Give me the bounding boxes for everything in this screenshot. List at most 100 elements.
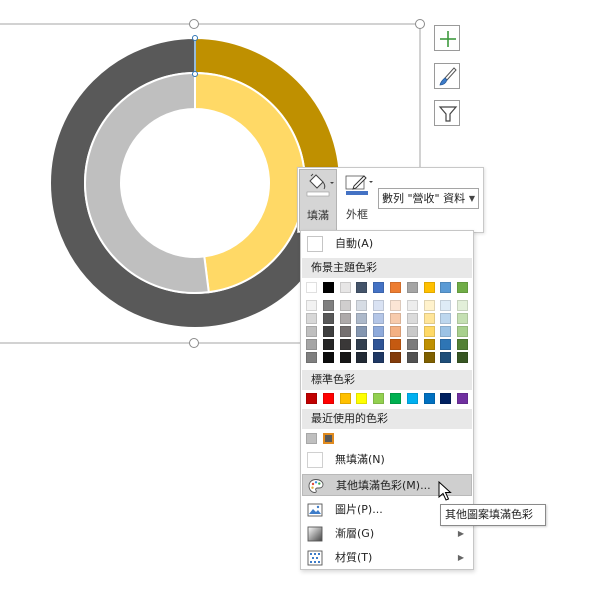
shape-fill-button[interactable]: 填滿 [299, 169, 337, 231]
recent-color-swatch[interactable] [306, 433, 317, 444]
menu-item-texture[interactable]: 材質(T) ▶ [302, 547, 472, 569]
theme-color-swatch[interactable] [373, 339, 384, 350]
theme-color-swatch[interactable] [457, 282, 468, 293]
theme-color-swatch[interactable] [390, 352, 401, 363]
theme-color-swatch[interactable] [306, 300, 317, 311]
point-handle[interactable] [192, 71, 198, 77]
resize-handle-top[interactable] [189, 19, 199, 29]
resize-handle-top-right[interactable] [415, 19, 425, 29]
theme-color-swatch[interactable] [323, 282, 334, 293]
theme-color-swatch[interactable] [424, 326, 435, 337]
theme-color-swatch[interactable] [356, 300, 367, 311]
theme-colors-header: 佈景主題色彩 [302, 258, 472, 278]
theme-color-swatch[interactable] [457, 326, 468, 337]
theme-color-swatch[interactable] [424, 313, 435, 324]
fill-label: 填滿 [307, 209, 329, 222]
theme-color-swatch[interactable] [440, 282, 451, 293]
theme-color-swatch[interactable] [407, 326, 418, 337]
theme-color-swatch[interactable] [457, 339, 468, 350]
theme-color-swatch[interactable] [356, 282, 367, 293]
format-mini-toolbar: 填滿 外框 數列 "營收" 資料 ▼ [297, 167, 484, 233]
theme-color-swatch[interactable] [323, 326, 334, 337]
theme-color-swatch[interactable] [424, 339, 435, 350]
theme-color-swatch[interactable] [340, 300, 351, 311]
theme-color-swatch[interactable] [440, 313, 451, 324]
recent-colors-header: 最近使用的色彩 [302, 409, 472, 429]
mouse-cursor-icon [438, 481, 452, 501]
standard-color-swatch[interactable] [323, 393, 334, 404]
theme-color-swatch[interactable] [340, 282, 351, 293]
theme-color-swatch[interactable] [373, 282, 384, 293]
standard-color-swatch[interactable] [407, 393, 418, 404]
add-chart-element-button[interactable] [434, 25, 460, 51]
chevron-down-icon: ▼ [468, 194, 475, 203]
theme-color-swatch[interactable] [306, 339, 317, 350]
tooltip: 其他圖案填滿色彩 [440, 504, 546, 526]
theme-color-swatch[interactable] [390, 313, 401, 324]
gradient-icon [307, 526, 323, 542]
menu-item-automatic[interactable]: 自動(A) [302, 233, 472, 255]
automatic-label: 自動(A) [335, 237, 374, 250]
theme-color-swatch[interactable] [373, 313, 384, 324]
shape-outline-button[interactable]: 外框 [340, 169, 374, 231]
theme-color-swatch[interactable] [440, 300, 451, 311]
menu-item-gradient[interactable]: 漸層(G) ▶ [302, 523, 472, 545]
theme-color-swatch[interactable] [440, 326, 451, 337]
theme-color-swatch[interactable] [457, 313, 468, 324]
outline-label: 外框 [346, 208, 368, 221]
theme-color-swatch[interactable] [407, 300, 418, 311]
theme-color-swatch[interactable] [390, 326, 401, 337]
recent-color-swatch[interactable] [323, 433, 334, 444]
standard-color-swatch[interactable] [440, 393, 451, 404]
theme-color-swatch[interactable] [323, 313, 334, 324]
chart-styles-button[interactable] [434, 63, 460, 89]
standard-color-swatch[interactable] [457, 393, 468, 404]
point-handle[interactable] [192, 35, 198, 41]
standard-color-swatch[interactable] [356, 393, 367, 404]
brush-icon [439, 67, 457, 86]
theme-color-swatch[interactable] [424, 352, 435, 363]
menu-item-no-fill[interactable]: 無填滿(N) [302, 449, 472, 471]
theme-color-swatch[interactable] [306, 352, 317, 363]
chart-elements-select[interactable]: 數列 "營收" 資料 ▼ [378, 188, 479, 209]
theme-color-swatch[interactable] [340, 352, 351, 363]
theme-color-swatch[interactable] [356, 313, 367, 324]
theme-color-swatch[interactable] [356, 326, 367, 337]
theme-color-swatch[interactable] [424, 300, 435, 311]
theme-color-swatch[interactable] [373, 326, 384, 337]
theme-color-swatch[interactable] [440, 352, 451, 363]
theme-color-swatch[interactable] [340, 326, 351, 337]
theme-color-swatch[interactable] [457, 300, 468, 311]
theme-color-swatch[interactable] [323, 300, 334, 311]
theme-color-swatch[interactable] [390, 300, 401, 311]
texture-label: 材質(T) [335, 551, 373, 564]
theme-color-swatch[interactable] [306, 313, 317, 324]
theme-color-swatch[interactable] [407, 352, 418, 363]
theme-color-swatch[interactable] [323, 352, 334, 363]
chart-filters-button[interactable] [434, 100, 460, 126]
theme-color-swatch[interactable] [373, 352, 384, 363]
theme-color-swatch[interactable] [356, 352, 367, 363]
standard-color-swatch[interactable] [340, 393, 351, 404]
theme-color-swatch[interactable] [440, 339, 451, 350]
theme-color-swatch[interactable] [373, 300, 384, 311]
theme-color-swatch[interactable] [323, 339, 334, 350]
theme-color-swatch[interactable] [407, 339, 418, 350]
theme-color-swatch[interactable] [340, 339, 351, 350]
theme-color-swatch[interactable] [407, 313, 418, 324]
theme-color-swatch[interactable] [390, 339, 401, 350]
theme-color-swatch[interactable] [306, 282, 317, 293]
theme-color-swatch[interactable] [407, 282, 418, 293]
theme-color-swatch[interactable] [340, 313, 351, 324]
theme-color-swatch[interactable] [306, 326, 317, 337]
more-fill-colors-label: 其他填滿色彩(M)... [336, 479, 431, 492]
standard-color-swatch[interactable] [373, 393, 384, 404]
theme-color-swatch[interactable] [457, 352, 468, 363]
resize-handle-bottom[interactable] [189, 338, 199, 348]
theme-color-swatch[interactable] [424, 282, 435, 293]
theme-color-swatch[interactable] [390, 282, 401, 293]
theme-color-swatch[interactable] [356, 339, 367, 350]
standard-color-swatch[interactable] [424, 393, 435, 404]
standard-color-swatch[interactable] [306, 393, 317, 404]
standard-color-swatch[interactable] [390, 393, 401, 404]
